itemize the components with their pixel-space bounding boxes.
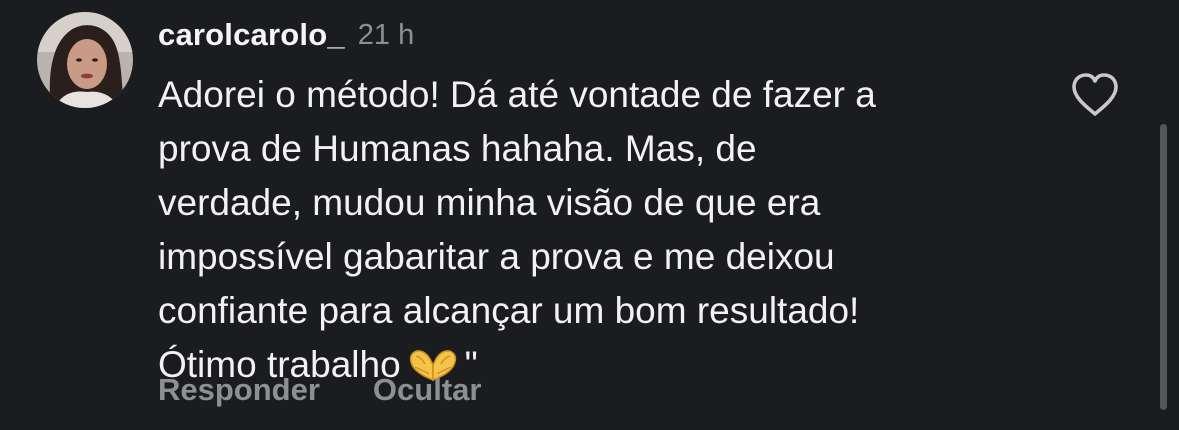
avatar[interactable] xyxy=(37,12,133,108)
comment-header: carolcarolo_ 21 h xyxy=(158,13,414,57)
scrollbar[interactable] xyxy=(1160,124,1167,410)
reply-button[interactable]: Responder xyxy=(158,372,320,408)
comment-text-line: confiante para alcançar um bom resultado… xyxy=(158,290,860,331)
comment-item: carolcarolo_ 21 h Adorei o método! Dá at… xyxy=(0,0,1179,430)
comment-text: Adorei o método! Dá até vontade de fazer… xyxy=(158,68,1038,392)
comment-text-line: verdade, mudou minha visão de que era xyxy=(158,182,821,223)
comment-actions: Responder Ocultar xyxy=(158,372,534,408)
comment-text-line: prova de Humanas hahaha. Mas, de xyxy=(158,128,757,169)
hide-button[interactable]: Ocultar xyxy=(373,372,482,408)
heart-outline-icon[interactable] xyxy=(1070,72,1120,118)
avatar-image xyxy=(37,12,133,108)
comment-text-line: impossível gabaritar a prova e me deixou xyxy=(158,236,835,277)
username[interactable]: carolcarolo_ xyxy=(158,17,345,53)
timestamp: 21 h xyxy=(357,18,415,51)
comment-text-line: Adorei o método! Dá até vontade de fazer… xyxy=(158,74,876,115)
